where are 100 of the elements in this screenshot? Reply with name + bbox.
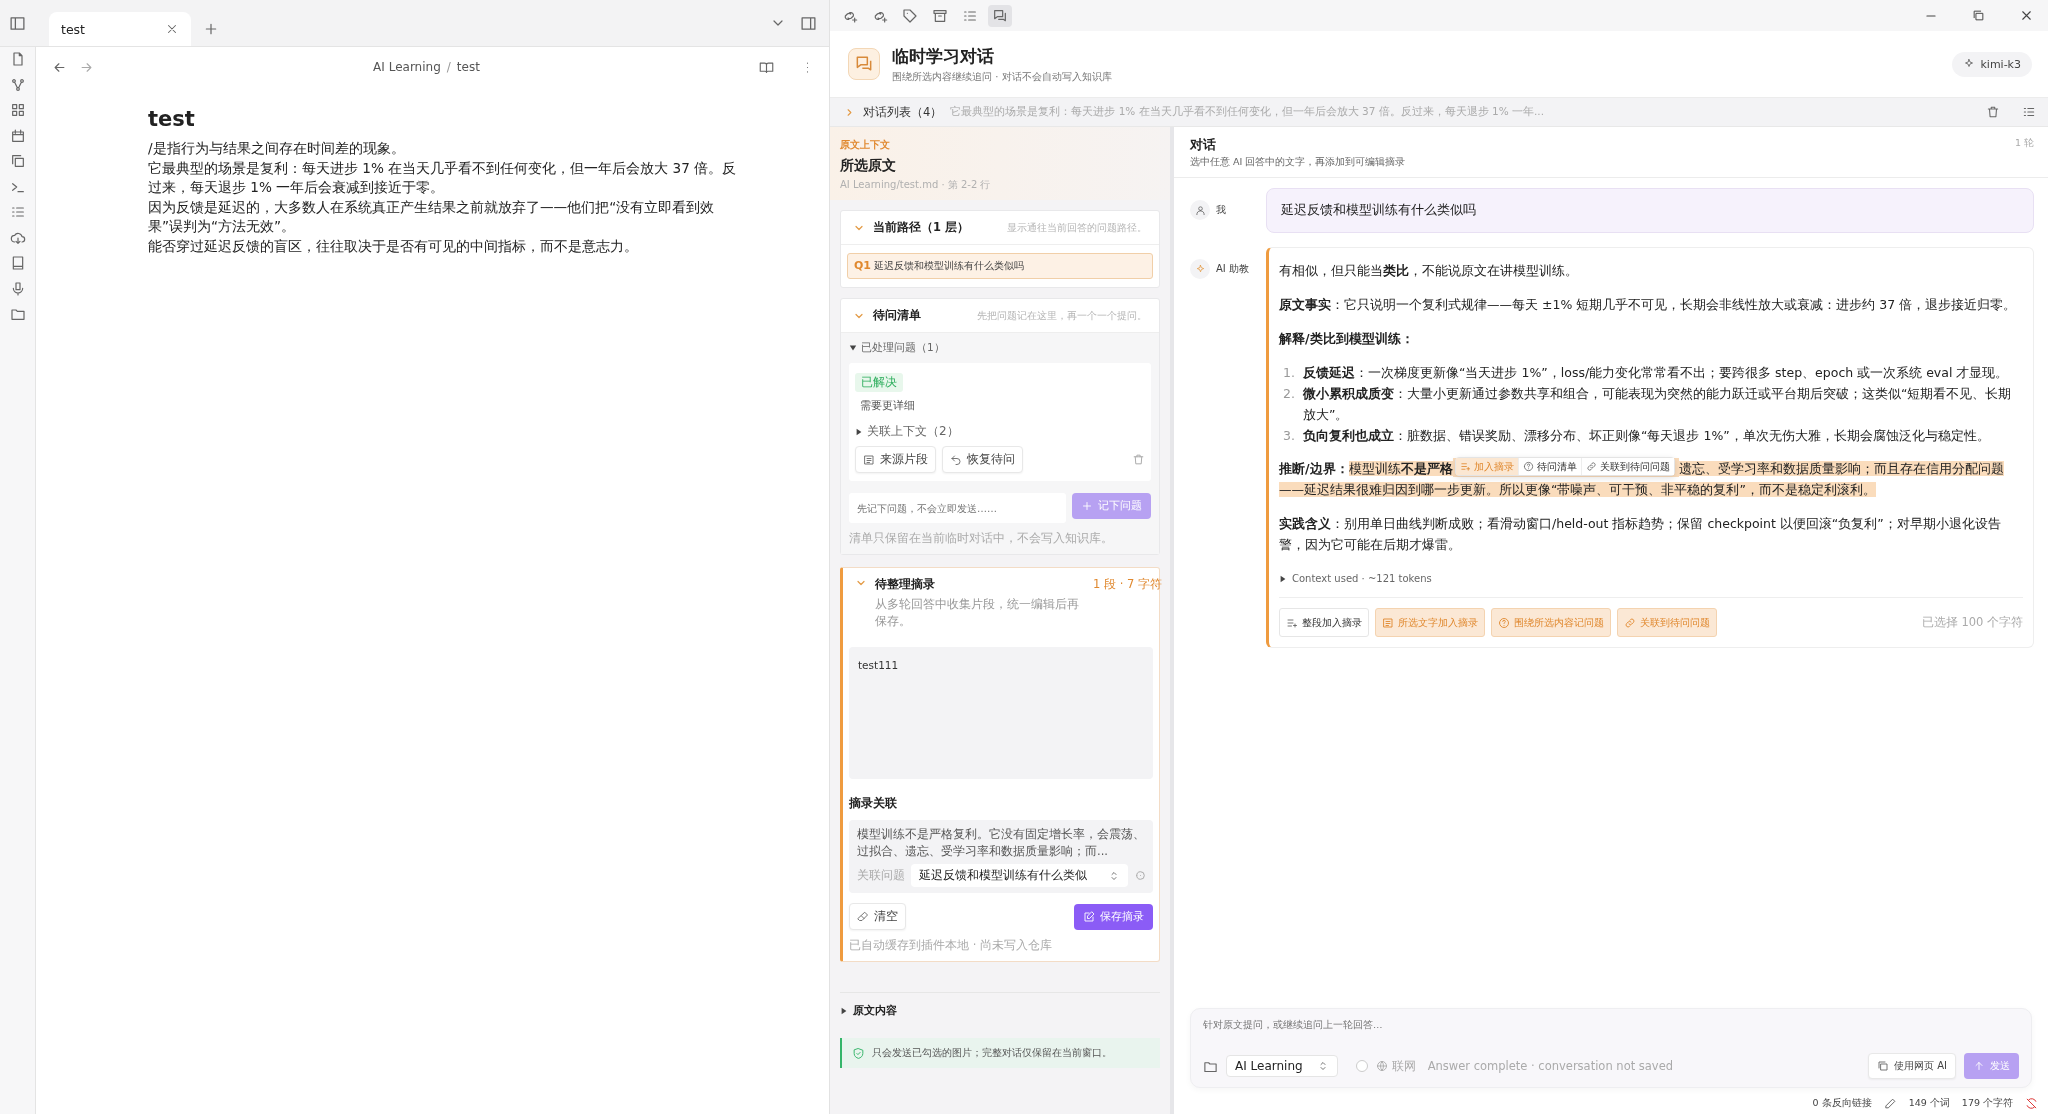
excerpt-preview: 模型训练不是严格复利。它没有固定增长率，会震荡、过拟合、遗忘、受学习率和数据质量影响；而... (857, 826, 1146, 860)
collapse-icon[interactable] (2022, 105, 2036, 119)
note-tab[interactable]: test (49, 12, 191, 46)
sender-name: AI 助教 (1216, 262, 1249, 276)
related-context-toggle[interactable]: 关联上下文（2） (867, 423, 959, 440)
book-icon[interactable] (759, 59, 774, 75)
answer-heading: 解释/类比到模型训练： (1279, 330, 1415, 348)
selection-action-button[interactable]: 待问清单 (1517, 458, 1581, 475)
breadcrumb-item[interactable]: AI Learning (373, 60, 441, 74)
copy-icon (1877, 1060, 1890, 1072)
triangle-icon[interactable] (840, 1006, 848, 1015)
triangle-icon[interactable] (849, 344, 857, 352)
path-question[interactable]: Q1 延迟反馈和模型训练有什么类似吗 (847, 253, 1153, 279)
card-title[interactable]: 待整理摘录 (875, 577, 1085, 592)
selection-count: 已选择 100 个字符 (1921, 614, 2023, 631)
pencil-icon[interactable] (1883, 1096, 1897, 1110)
section-eyebrow: 原文上下文 (840, 139, 891, 152)
tag-icon (902, 7, 918, 24)
document-icon (863, 453, 875, 466)
web-checkbox[interactable] (1355, 1060, 1368, 1072)
answer-label: 推断/边界： (1279, 461, 1349, 476)
copy-icon[interactable] (9, 153, 26, 169)
answer-list-item: 负向复利也成立：脏数据、错误奖励、漂移分布、坏正则像“每天退步 1%”，单次无伤大雅，长期会腐蚀泛化与稳定性。 (1303, 427, 1990, 445)
arrow-up-icon (1973, 1060, 1985, 1072)
trash-icon[interactable] (1986, 105, 2000, 119)
answer-action-button[interactable]: 整段加入摘录 (1279, 608, 1369, 637)
model-button[interactable]: kimi-k3 (1952, 51, 2032, 77)
original-content-toggle[interactable]: 原文内容 (853, 1003, 897, 1018)
source-path: AI Learning/test.md · 第 2-2 行 (840, 178, 992, 192)
question-select[interactable]: 延迟反馈和模型训练有什么类似 (911, 864, 1128, 887)
triangle-icon[interactable] (855, 427, 863, 436)
list-number: 2. (1283, 385, 1296, 403)
panel-subtitle: 围绕所选内容继续追问 · 对话不会自动写入知识库 (892, 69, 1112, 84)
round-count: 1 轮 (2014, 137, 2034, 150)
breadcrumb-separator: / (446, 60, 451, 74)
note-title: test (148, 107, 196, 131)
question-input[interactable]: 先记下问题，不会立即发送…… (849, 493, 1066, 523)
status-badge: 已解决 (855, 373, 903, 392)
queue-note: 清单只保留在当前临时对话中，不会写入知识库。 (849, 531, 1114, 546)
toolbar-button[interactable] (988, 4, 1012, 27)
card-title[interactable]: 当前路径（1 层） (873, 220, 969, 235)
sync-off-icon[interactable] (2025, 1096, 2038, 1110)
panel-title: 临时学习对话 (892, 44, 995, 68)
word-count: 149 个词 (1908, 1096, 1950, 1110)
help-icon (1522, 461, 1534, 472)
calendar-icon[interactable] (9, 127, 26, 144)
section-title: 所选原文 (840, 157, 897, 175)
question-action-button[interactable]: 恢复待问 (942, 446, 1023, 473)
list-number: 3. (1283, 427, 1296, 445)
plus-icon (1081, 500, 1093, 512)
answer-paragraph: 实践含义：别用单日曲线判断成败；看滑动窗口/held-out 指标趋势；保留 checkpoint 以便回滚“负复利”；对早期小退化设告警，因为它可能在后期才爆雷。 (1279, 515, 2002, 554)
add-lines-icon (1459, 461, 1471, 472)
handled-questions-toggle[interactable]: 已处理问题（1） (861, 341, 945, 355)
selected-text: 遗忘、受学习率和数据质量影响；而且存在信用分配问题 (1678, 461, 2004, 476)
sidebar-toggle-icon[interactable] (9, 14, 26, 32)
save-excerpt-button[interactable]: 保存摘录 (1074, 903, 1153, 930)
globe-icon (1375, 1060, 1388, 1072)
section-heading: 摘录关联 (849, 795, 898, 812)
triangle-icon[interactable] (1279, 574, 1287, 583)
context-used-toggle[interactable]: Context used · ~121 tokens (1292, 568, 1432, 589)
graph-icon[interactable] (9, 76, 26, 93)
field-label: 关联问题 (857, 868, 905, 883)
clear-button[interactable]: 清空 (849, 903, 906, 930)
conversation-list-toggle[interactable]: 对话列表（4） (863, 104, 943, 120)
excerpt-count: 1 段 · 7 字符 (1093, 577, 1162, 592)
folder-icon[interactable] (9, 306, 26, 322)
web-label: 联网 (1391, 1058, 1416, 1074)
answer-list-item: 反馈延迟：一次梯度更新像“当天进步 1%”，loss/能力变化常常看不出；要跨很多 step、epoch 或一次系统 eval 才显现。 (1303, 364, 2009, 382)
add-lines-icon (1286, 616, 1298, 629)
answer-list-item: 微小累积成质变：大量小更新通过参数共享和组合，可能表现为突然的能力跃迁或平台期后突破；这类似“短期看不见、长期放大”。 (1303, 385, 2013, 424)
eraser-icon (857, 910, 869, 923)
card-title[interactable]: 待问清单 (873, 308, 921, 323)
message-input[interactable]: 针对原文提问，或继续追问上一轮回答… (1203, 1019, 2019, 1049)
restore-icon[interactable] (1972, 9, 1985, 22)
sparkle-icon (1963, 58, 1976, 70)
web-ai-button[interactable]: 使用网页 AI (1868, 1053, 1956, 1079)
card-hint: 显示通往当前回答的问题路径。 (1007, 220, 1147, 235)
backlinks-count[interactable]: 0 条反向链接 (1812, 1096, 1872, 1110)
note-paragraph: 能否穿过延迟反馈的盲区，往往取决于是否有可见的中间指标，而不是意志力。 (148, 236, 639, 256)
excerpt-textarea[interactable]: test111 (849, 647, 1153, 779)
status-text: Answer complete · conversation not saved (1427, 1059, 1674, 1073)
close-icon[interactable] (165, 22, 179, 36)
selection-action-button[interactable]: 关联到待问问题 (1580, 458, 1674, 475)
link-icon (1585, 461, 1597, 472)
note-paragraph: /是指行为与结果之间存在时间差的现象。 (148, 139, 406, 158)
sidebar-toggle-icon[interactable] (800, 14, 817, 32)
archive-icon (932, 7, 948, 24)
question-action-button[interactable]: 来源片段 (855, 446, 936, 473)
help-icon (1498, 616, 1510, 629)
character-count: 179 个字符 (1961, 1096, 2013, 1110)
card-description: 从多轮回答中收集片段，统一编辑后再保存。 (875, 596, 1080, 630)
vault-select[interactable]: AI Learning (1226, 1055, 1338, 1077)
answer-paragraph: 原文事实：它只说明一个复利式规律——每天 ±1% 短期几乎不可见，长期会非线性放大或衰减：进步约 37 倍，退步接近归零。 (1279, 296, 2018, 314)
list-number: 1. (1283, 364, 1296, 382)
breadcrumb-item[interactable]: test (456, 60, 480, 74)
privacy-notice: 只会发送已勾选的图片；完整对话仅保留在当前窗口。 (840, 1038, 1160, 1068)
updown-icon (1108, 869, 1120, 882)
close-icon[interactable] (2019, 8, 2034, 23)
question-text: 需要更详细 (860, 399, 916, 413)
grid-icon[interactable] (9, 102, 26, 118)
